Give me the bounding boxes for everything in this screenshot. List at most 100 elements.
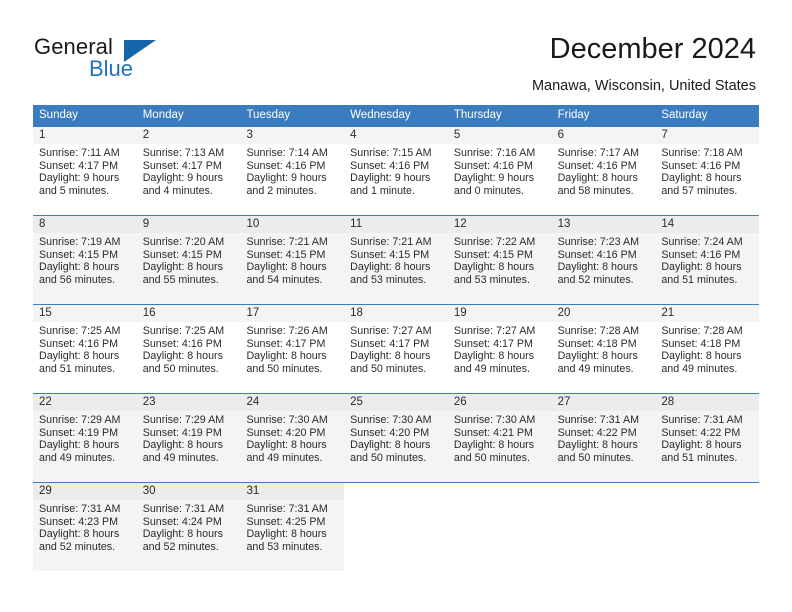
- day-number: 27: [551, 394, 656, 411]
- daylight-text-line2: and 53 minutes.: [350, 273, 427, 286]
- calendar-day-cell-inner: 19 Sunrise: 7:27 AM Sunset: 4:17 PM Dayligh…: [447, 305, 552, 393]
- calendar-day-cell[interactable]: 13 Sunrise: 7:23 AM Sunset: 4:16 PM Dayligh…: [551, 216, 656, 304]
- day-details: [552, 500, 656, 503]
- calendar-day-cell-inner: 14 Sunrise: 7:24 AM Sunset: 4:16 PM Dayligh…: [655, 216, 760, 304]
- calendar-day-cell-inner: 3 Sunrise: 7:14 AM Sunset: 4:16 PM Daylight…: [240, 127, 345, 215]
- daylight-text-line1: Daylight: 8 hours: [661, 172, 742, 185]
- daylight-text-line1: Daylight: 9 hours: [453, 172, 535, 185]
- day-details: Sunrise: 7:27 AM Sunset: 4:17 PM Daylight:…: [448, 322, 552, 375]
- sunrise-text: Sunrise: 7:25 AM: [39, 325, 121, 337]
- calendar-day-cell[interactable]: 14 Sunrise: 7:24 AM Sunset: 4:16 PM Dayligh…: [655, 216, 760, 304]
- day-details: Sunrise: 7:15 AM Sunset: 4:16 PM Daylight:…: [344, 144, 448, 197]
- daylight-text-line1: Daylight: 8 hours: [246, 261, 327, 274]
- sunrise-text: Sunrise: 7:13 AM: [142, 147, 225, 159]
- day-details: Sunrise: 7:18 AM Sunset: 4:16 PM Daylight:…: [655, 144, 759, 197]
- day-details: Sunrise: 7:30 AM Sunset: 4:21 PM Daylight:…: [448, 411, 552, 464]
- sunset-text: Sunset: 4:24 PM: [142, 515, 222, 528]
- day-number: 16: [136, 305, 241, 322]
- calendar-day-cell[interactable]: 29 Sunrise: 7:31 AM Sunset: 4:23 PM Dayligh…: [33, 483, 137, 571]
- calendar-day-cell[interactable]: 3 Sunrise: 7:14 AM Sunset: 4:16 PM Daylight…: [240, 127, 345, 215]
- daylight-text-line1: Daylight: 8 hours: [661, 439, 742, 452]
- calendar-day-cell[interactable]: 4 Sunrise: 7:15 AM Sunset: 4:16 PM Daylight…: [344, 127, 448, 215]
- calendar-day-cell[interactable]: 25 Sunrise: 7:30 AM Sunset: 4:20 PM Dayligh…: [344, 394, 448, 482]
- sunset-text: Sunset: 4:17 PM: [142, 159, 222, 172]
- day-number: 3: [240, 127, 345, 144]
- calendar-day-cell-inner: 13 Sunrise: 7:23 AM Sunset: 4:16 PM Dayligh…: [551, 216, 656, 304]
- sunrise-text: Sunrise: 7:29 AM: [39, 414, 121, 426]
- calendar-day-cell[interactable]: 18 Sunrise: 7:27 AM Sunset: 4:17 PM Dayligh…: [344, 305, 448, 393]
- daylight-text-line1: Daylight: 9 hours: [350, 172, 431, 185]
- sunrise-text: Sunrise: 7:24 AM: [661, 236, 743, 248]
- calendar-day-cell-inner: 5 Sunrise: 7:16 AM Sunset: 4:16 PM Daylight…: [447, 127, 552, 215]
- calendar-day-cell[interactable]: 31 Sunrise: 7:31 AM Sunset: 4:25 PM Dayligh…: [240, 483, 345, 571]
- calendar-day-cell[interactable]: 1 Sunrise: 7:11 AM Sunset: 4:17 PM Daylight…: [33, 127, 137, 215]
- daylight-text-line1: Daylight: 8 hours: [557, 261, 638, 274]
- daylight-text-line1: Daylight: 8 hours: [661, 350, 742, 363]
- calendar-day-cell-inner: 6 Sunrise: 7:17 AM Sunset: 4:16 PM Daylight…: [551, 127, 656, 215]
- calendar-day-cell-inner: 23 Sunrise: 7:29 AM Sunset: 4:19 PM Dayligh…: [136, 394, 241, 482]
- calendar-day-cell[interactable]: 23 Sunrise: 7:29 AM Sunset: 4:19 PM Dayligh…: [136, 394, 241, 482]
- calendar-day-cell[interactable]: 24 Sunrise: 7:30 AM Sunset: 4:20 PM Dayligh…: [240, 394, 345, 482]
- calendar-day-cell-inner: 29 Sunrise: 7:31 AM Sunset: 4:23 PM Dayligh…: [33, 483, 137, 571]
- day-details: Sunrise: 7:24 AM Sunset: 4:16 PM Daylight:…: [655, 233, 759, 286]
- calendar-day-cell[interactable]: 22 Sunrise: 7:29 AM Sunset: 4:19 PM Dayligh…: [33, 394, 137, 482]
- daylight-text-line2: and 52 minutes.: [557, 273, 634, 286]
- day-number: 1: [33, 127, 137, 144]
- general-blue-logo[interactable]: General Blue: [34, 34, 214, 86]
- calendar-day-cell[interactable]: 17 Sunrise: 7:26 AM Sunset: 4:17 PM Dayligh…: [240, 305, 345, 393]
- calendar-day-cell[interactable]: 21 Sunrise: 7:28 AM Sunset: 4:18 PM Dayligh…: [655, 305, 760, 393]
- calendar-day-cell[interactable]: 28 Sunrise: 7:31 AM Sunset: 4:22 PM Dayligh…: [655, 394, 760, 482]
- calendar-day-cell-empty: [344, 483, 448, 571]
- calendar-day-cell[interactable]: 5 Sunrise: 7:16 AM Sunset: 4:16 PM Daylight…: [447, 127, 552, 215]
- sunset-text: Sunset: 4:16 PM: [661, 248, 741, 261]
- page-title: December 2024: [549, 33, 756, 65]
- calendar-day-cell-inner: 24 Sunrise: 7:30 AM Sunset: 4:20 PM Dayligh…: [240, 394, 345, 482]
- daylight-text-line2: and 53 minutes.: [246, 540, 323, 553]
- calendar-day-cell-inner: [655, 483, 760, 571]
- calendar-day-cell[interactable]: 2 Sunrise: 7:13 AM Sunset: 4:17 PM Daylight…: [136, 127, 241, 215]
- daylight-text-line1: Daylight: 9 hours: [142, 172, 223, 185]
- day-number: [552, 483, 656, 500]
- calendar-day-cell[interactable]: 8 Sunrise: 7:19 AM Sunset: 4:15 PM Daylight…: [33, 216, 137, 304]
- daylight-text-line2: and 52 minutes.: [39, 540, 116, 553]
- weekday-header-wednesday: Wednesday: [350, 109, 411, 121]
- calendar-day-cell[interactable]: 16 Sunrise: 7:25 AM Sunset: 4:16 PM Dayligh…: [136, 305, 241, 393]
- daylight-text-line1: Daylight: 8 hours: [350, 350, 431, 363]
- daylight-text-line2: and 50 minutes.: [350, 362, 427, 375]
- calendar-week-row: 1 Sunrise: 7:11 AM Sunset: 4:17 PM Daylight…: [33, 126, 760, 215]
- calendar-weeks: 1 Sunrise: 7:11 AM Sunset: 4:17 PM Daylight…: [33, 126, 760, 571]
- day-details: Sunrise: 7:29 AM Sunset: 4:19 PM Daylight:…: [137, 411, 241, 464]
- sunset-text: Sunset: 4:25 PM: [246, 515, 326, 528]
- calendar-day-cell[interactable]: 27 Sunrise: 7:31 AM Sunset: 4:22 PM Dayligh…: [551, 394, 656, 482]
- day-details: Sunrise: 7:30 AM Sunset: 4:20 PM Daylight:…: [344, 411, 448, 464]
- sunset-text: Sunset: 4:23 PM: [39, 515, 119, 528]
- day-details: Sunrise: 7:25 AM Sunset: 4:16 PM Daylight:…: [33, 322, 137, 375]
- calendar-day-cell[interactable]: 15 Sunrise: 7:25 AM Sunset: 4:16 PM Dayligh…: [33, 305, 137, 393]
- calendar-day-cell[interactable]: 20 Sunrise: 7:28 AM Sunset: 4:18 PM Dayligh…: [551, 305, 656, 393]
- day-details: [448, 500, 552, 503]
- calendar-day-cell[interactable]: 10 Sunrise: 7:21 AM Sunset: 4:15 PM Dayligh…: [240, 216, 345, 304]
- day-details: Sunrise: 7:19 AM Sunset: 4:15 PM Daylight:…: [33, 233, 137, 286]
- day-number: 17: [240, 305, 345, 322]
- calendar-day-cell[interactable]: 19 Sunrise: 7:27 AM Sunset: 4:17 PM Dayligh…: [447, 305, 552, 393]
- calendar-day-cell[interactable]: 7 Sunrise: 7:18 AM Sunset: 4:16 PM Daylight…: [655, 127, 760, 215]
- calendar-day-cell[interactable]: 12 Sunrise: 7:22 AM Sunset: 4:15 PM Dayligh…: [447, 216, 552, 304]
- day-number: 19: [447, 305, 552, 322]
- calendar-day-cell[interactable]: 9 Sunrise: 7:20 AM Sunset: 4:15 PM Daylight…: [136, 216, 241, 304]
- calendar-day-cell[interactable]: 30 Sunrise: 7:31 AM Sunset: 4:24 PM Dayligh…: [136, 483, 241, 571]
- sunset-text: Sunset: 4:20 PM: [246, 426, 326, 439]
- day-details: Sunrise: 7:30 AM Sunset: 4:20 PM Daylight:…: [240, 411, 344, 464]
- daylight-text-line1: Daylight: 8 hours: [246, 528, 327, 541]
- sunset-text: Sunset: 4:21 PM: [453, 426, 533, 439]
- calendar-day-cell[interactable]: 26 Sunrise: 7:30 AM Sunset: 4:21 PM Dayligh…: [447, 394, 552, 482]
- calendar-day-cell[interactable]: 6 Sunrise: 7:17 AM Sunset: 4:16 PM Daylight…: [551, 127, 656, 215]
- daylight-text-line2: and 51 minutes.: [661, 273, 738, 286]
- day-details: Sunrise: 7:13 AM Sunset: 4:17 PM Daylight:…: [137, 144, 241, 197]
- sunset-text: Sunset: 4:16 PM: [350, 159, 430, 172]
- sunrise-text: Sunrise: 7:19 AM: [39, 236, 121, 248]
- sunset-text: Sunset: 4:17 PM: [350, 337, 430, 350]
- daylight-text-line1: Daylight: 9 hours: [39, 172, 120, 185]
- calendar-day-cell[interactable]: 11 Sunrise: 7:21 AM Sunset: 4:15 PM Dayligh…: [344, 216, 448, 304]
- sunset-text: Sunset: 4:15 PM: [246, 248, 326, 261]
- sunrise-text: Sunrise: 7:26 AM: [246, 325, 328, 337]
